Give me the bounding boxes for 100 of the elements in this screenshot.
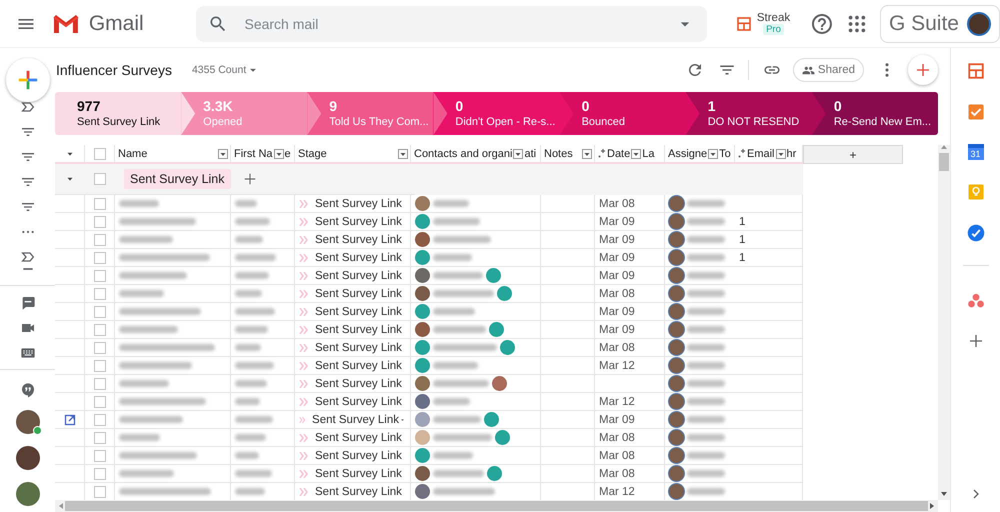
checkbox[interactable] <box>94 216 106 228</box>
mail-logo-icon[interactable] <box>52 12 80 34</box>
quote-icon[interactable] <box>20 382 36 398</box>
avatar <box>669 376 684 391</box>
date-text: Mar 12 <box>599 396 635 408</box>
date-text: Mar 09 <box>599 252 635 264</box>
chevron-icon <box>299 398 309 406</box>
shared-button[interactable]: Shared <box>792 58 864 82</box>
checkbox[interactable] <box>94 468 106 480</box>
dropdown-icon[interactable] <box>776 148 786 158</box>
stage-text: Sent Survey Link <box>315 342 402 354</box>
streak-icon[interactable] <box>736 16 752 32</box>
checkbox[interactable] <box>94 270 106 282</box>
checkbox[interactable] <box>94 486 106 498</box>
blurred-text <box>119 236 173 243</box>
blurred-text <box>235 416 273 423</box>
checkbox[interactable] <box>94 324 106 336</box>
down-arrow-icon[interactable] <box>941 492 947 496</box>
scrollbar[interactable] <box>938 145 950 500</box>
scroll-thumb[interactable] <box>939 153 949 171</box>
streak-label[interactable]: Streak <box>756 12 790 24</box>
stage-text: Sent Survey Link <box>315 378 402 390</box>
avatar[interactable] <box>16 410 40 434</box>
dropdown-icon[interactable] <box>398 148 408 158</box>
count-dropdown[interactable]: 4355 Count <box>192 63 260 77</box>
stage-text: Sent Survey Link <box>315 306 402 318</box>
checkbox[interactable] <box>94 342 106 354</box>
search-field[interactable]: Search mail <box>196 6 707 42</box>
blurred-text <box>687 416 725 423</box>
stage-text: Sent Survey Link <box>315 468 402 480</box>
help-icon[interactable] <box>810 12 834 36</box>
checkmark-icon[interactable] <box>966 224 984 242</box>
chevron-icon <box>299 218 309 226</box>
scrollbar[interactable] <box>55 500 938 512</box>
dropdown-icon[interactable] <box>631 148 642 158</box>
checkbox[interactable] <box>94 148 106 160</box>
avatar <box>669 412 684 427</box>
checkbox[interactable] <box>94 450 106 462</box>
blurred-text <box>687 272 725 279</box>
dropdown-icon[interactable] <box>218 148 228 158</box>
avatar[interactable] <box>16 482 40 506</box>
dropdown-icon[interactable] <box>513 148 524 158</box>
avatar <box>669 340 684 355</box>
stage-text: Sent Survey Link <box>315 234 402 246</box>
date-text: Mar 12 <box>599 360 635 372</box>
avatar <box>669 196 684 211</box>
pipeline-stage[interactable]: 0 Didn't Open - Re-s... <box>433 92 560 135</box>
compose-button[interactable] <box>6 58 50 102</box>
avatar <box>669 322 684 337</box>
checkbox[interactable] <box>94 378 106 390</box>
dropdown-icon[interactable] <box>274 148 284 158</box>
blurred-text <box>687 218 725 225</box>
three-dots-icon[interactable] <box>966 292 984 310</box>
blurred-text <box>119 416 183 423</box>
calendar-icon[interactable]: 31 <box>968 144 984 160</box>
pipeline-title: Influencer Surveys <box>56 62 172 78</box>
checkbox[interactable] <box>94 306 106 318</box>
pipeline-stage[interactable]: 977 Sent Survey Link <box>55 92 182 135</box>
checkbox[interactable] <box>94 414 106 426</box>
checkbox-icon[interactable] <box>966 103 984 121</box>
streak-icon[interactable] <box>966 62 984 80</box>
plus-icon[interactable] <box>968 333 984 349</box>
checkbox[interactable] <box>94 173 106 185</box>
blurred-text <box>687 236 725 243</box>
right-arrow-icon[interactable] <box>930 503 934 509</box>
dropdown-icon[interactable] <box>708 148 718 158</box>
checkbox[interactable] <box>94 432 106 444</box>
checkbox[interactable] <box>94 288 106 300</box>
scroll-thumb[interactable] <box>65 501 928 511</box>
dropdown-icon[interactable] <box>582 148 592 158</box>
stage-text: Sent Survey Link <box>315 270 402 282</box>
chevron-icon <box>299 236 309 244</box>
checkbox[interactable] <box>94 234 106 246</box>
checkbox[interactable] <box>94 360 106 372</box>
pipeline-stage[interactable]: 0 Re-Send New Em... <box>812 92 938 135</box>
plus-icon[interactable] <box>242 172 256 186</box>
sparkle-icon <box>738 149 746 158</box>
search-input[interactable]: Search mail <box>242 14 675 32</box>
avatar <box>669 250 684 265</box>
open-icon[interactable] <box>64 414 76 426</box>
pipeline-stage[interactable]: 1 DO NOT RESEND <box>686 92 812 135</box>
add-button[interactable] <box>908 55 938 85</box>
date-text: Mar 09 <box>599 234 635 246</box>
account-button[interactable]: G Suite <box>880 4 1000 42</box>
checkbox[interactable] <box>94 396 106 408</box>
date-text: Mar 08 <box>599 342 635 354</box>
chevron-icon <box>299 434 309 442</box>
chevron-icon <box>299 470 309 478</box>
blurred-text <box>433 236 491 243</box>
plus-icon[interactable] <box>16 69 38 91</box>
add-column-button[interactable]: + <box>803 145 903 164</box>
avatar[interactable] <box>16 446 40 470</box>
blurred-text <box>687 470 725 477</box>
blurred-text <box>235 344 261 351</box>
checkbox[interactable] <box>94 198 106 210</box>
blurred-text <box>433 218 480 225</box>
checkbox[interactable] <box>94 252 106 264</box>
pipeline-stage[interactable]: 0 Bounced <box>560 92 686 135</box>
blurred-text <box>687 326 725 333</box>
chat-icon[interactable] <box>20 295 36 311</box>
